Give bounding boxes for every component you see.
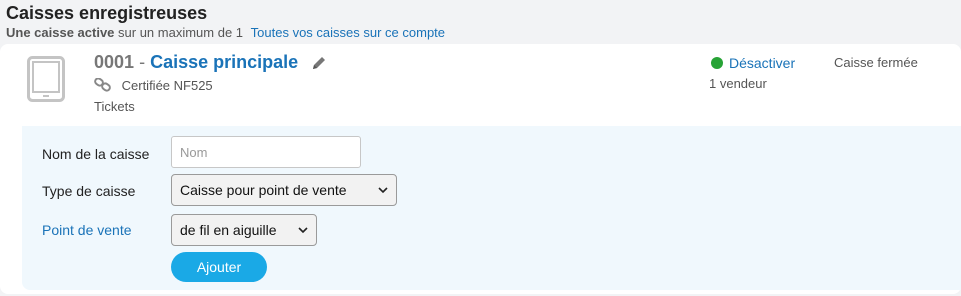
type-label: Type de caisse (42, 183, 136, 199)
deactivate-toggle[interactable]: Désactiver (711, 55, 795, 71)
add-button[interactable]: Ajouter (171, 252, 267, 282)
active-count: Une caisse active (6, 25, 115, 40)
register-heading: 0001 - Caisse principale (94, 52, 327, 73)
green-dot-icon (711, 57, 723, 69)
deactivate-label: Désactiver (729, 55, 796, 71)
page-subtitle: Une caisse active sur un maximum de 1 To… (6, 25, 445, 40)
register-number: 0001 (94, 52, 135, 72)
pos-selected-value: de fil en aiguille (180, 222, 277, 238)
register-state: Caisse fermée (834, 55, 918, 70)
add-register-form (22, 126, 961, 290)
name-input[interactable] (171, 136, 361, 168)
pos-label: Point de vente (42, 222, 132, 238)
pos-select[interactable]: de fil en aiguille (171, 214, 317, 246)
chevron-down-icon (298, 226, 308, 233)
certification-row: Certifiée NF525 (94, 78, 213, 93)
name-label: Nom de la caisse (42, 146, 150, 162)
active-limit: sur un maximum de 1 (118, 25, 244, 40)
tickets-label: Tickets (94, 99, 135, 114)
register-separator: - (139, 52, 146, 72)
certification-label: Certifiée NF525 (121, 78, 213, 93)
pencil-icon[interactable] (311, 55, 327, 71)
vendor-count: 1 vendeur (709, 76, 767, 91)
page-title: Caisses enregistreuses (6, 3, 208, 23)
tablet-icon (27, 56, 65, 102)
register-name[interactable]: Caisse principale (150, 52, 298, 72)
all-registers-link[interactable]: Toutes vos caisses sur ce compte (251, 25, 445, 40)
chevron-down-icon (378, 186, 388, 193)
type-select[interactable]: Caisse pour point de vente (171, 174, 397, 206)
type-selected-value: Caisse pour point de vente (180, 182, 347, 198)
link-icon (94, 78, 111, 92)
